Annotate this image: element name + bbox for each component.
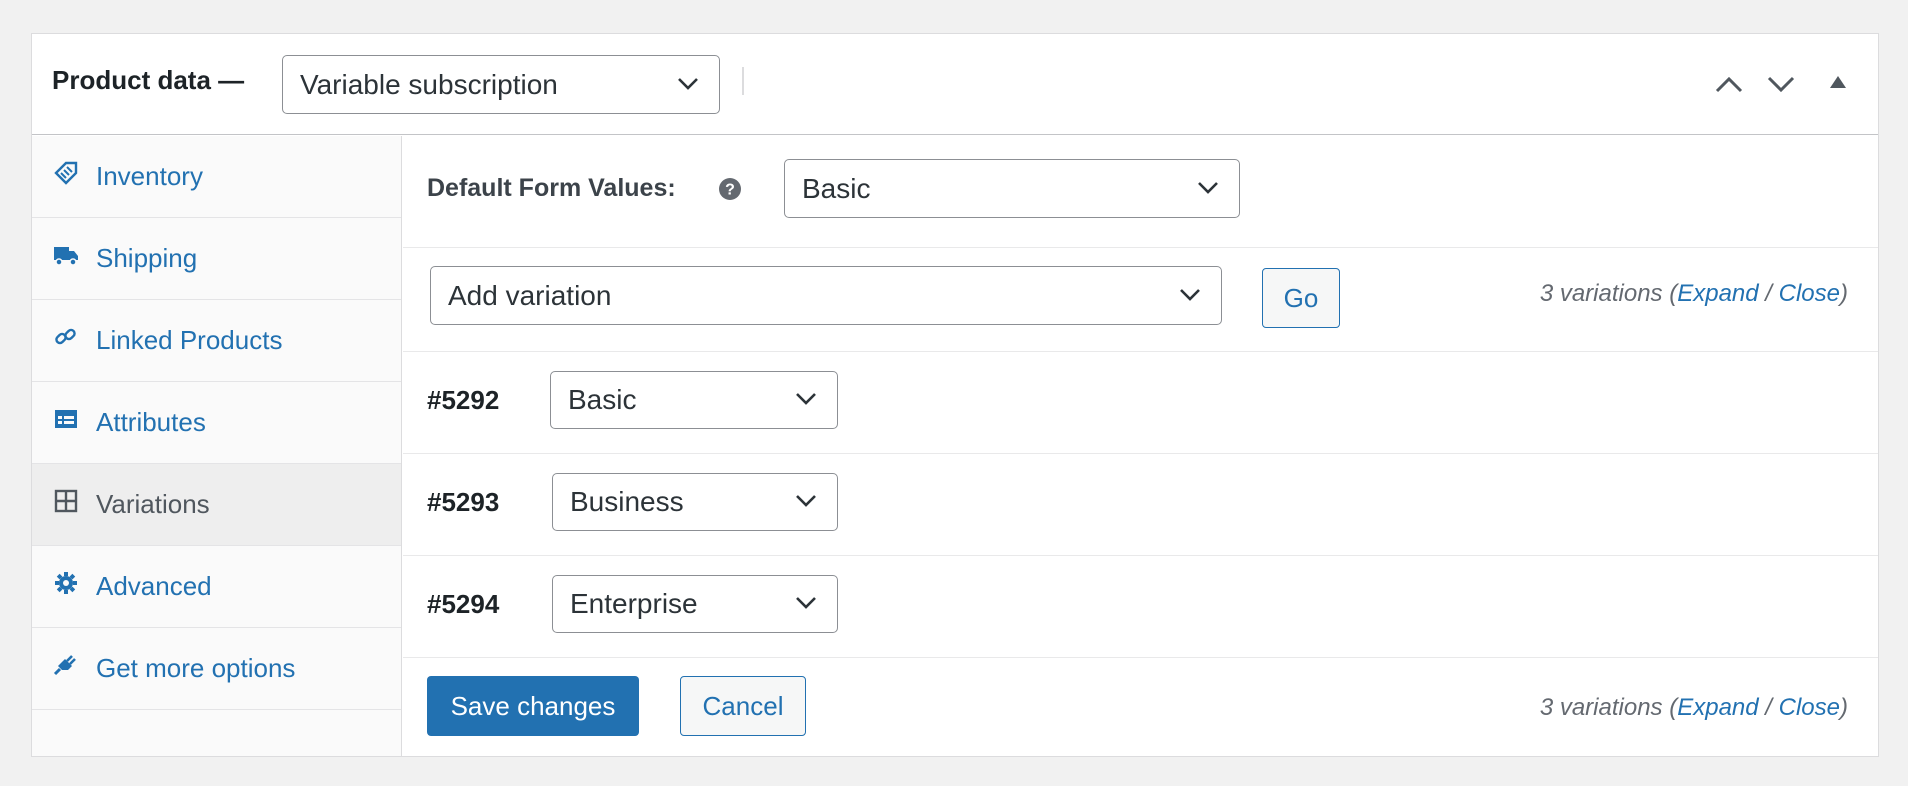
tab-attributes[interactable]: Attributes <box>32 382 401 464</box>
collapse-triangle-icon[interactable] <box>1829 74 1847 90</box>
tab-advanced[interactable]: Advanced <box>32 546 401 628</box>
variation-value: Enterprise <box>570 588 698 619</box>
variation-select[interactable]: Business <box>552 473 838 531</box>
tab-shipping[interactable]: Shipping <box>32 218 401 300</box>
default-form-row: Default Form Values: ? Basic <box>403 136 1878 248</box>
tag-icon <box>54 161 78 185</box>
chevron-down-icon <box>678 77 698 90</box>
svg-text:?: ? <box>725 182 735 199</box>
variations-count: 3 variations (Expand / Close) <box>1539 280 1848 307</box>
product-type-value: Variable subscription <box>300 68 558 100</box>
variations-count: 3 variations (Expand / Close) <box>1539 694 1848 721</box>
tab-label: Advanced <box>96 571 212 601</box>
count-text: 3 variations <box>1539 280 1663 307</box>
tab-inventory[interactable]: Inventory <box>32 136 401 218</box>
default-form-label: Default Form Values: <box>427 174 676 202</box>
product-type-select[interactable]: Variable subscription <box>282 55 720 114</box>
add-variation-row: Add variation Go 3 variations (Expand / … <box>403 248 1878 352</box>
chevron-down-icon <box>796 393 816 405</box>
save-changes-button[interactable]: Save changes <box>427 676 639 736</box>
product-data-tabs: Inventory Shipping Linked Products Attri… <box>32 136 402 756</box>
expand-link[interactable]: Expand <box>1677 280 1758 307</box>
variations-panel: Default Form Values: ? Basic Add variati… <box>403 136 1878 756</box>
chevron-down-icon <box>796 597 816 609</box>
tab-label: Inventory <box>96 161 203 191</box>
tab-get-more-options[interactable]: Get more options <box>32 628 401 710</box>
footer-row: Save changes Cancel 3 variations (Expand… <box>403 658 1878 758</box>
help-icon[interactable]: ? <box>718 177 742 201</box>
chevron-down-icon <box>1180 288 1200 301</box>
list-icon <box>55 409 77 428</box>
variation-value: Basic <box>568 384 637 415</box>
add-variation-select[interactable]: Add variation <box>430 266 1222 325</box>
cancel-button[interactable]: Cancel <box>680 676 806 736</box>
variation-id: #5292 <box>427 385 500 415</box>
default-form-select[interactable]: Basic <box>784 159 1240 218</box>
chevron-down-icon <box>1198 181 1218 194</box>
variation-row: #5293 Business <box>403 454 1878 556</box>
go-button[interactable]: Go <box>1262 268 1340 328</box>
variation-id: #5294 <box>427 589 500 619</box>
tab-label: Get more options <box>96 653 296 683</box>
default-form-value: Basic <box>802 172 871 204</box>
plugin-icon <box>53 654 76 675</box>
variation-value: Business <box>570 486 684 517</box>
panel-title: Product data — <box>52 65 245 95</box>
variation-select[interactable]: Basic <box>550 371 838 429</box>
link-icon <box>55 328 76 344</box>
tab-label: Variations <box>96 489 210 519</box>
variation-row: #5294 Enterprise <box>403 556 1878 658</box>
variation-id: #5293 <box>427 487 500 517</box>
expand-link[interactable]: Expand <box>1677 694 1758 721</box>
close-link[interactable]: Close <box>1779 694 1840 721</box>
grid-icon <box>54 489 78 512</box>
tab-linked-products[interactable]: Linked Products <box>32 300 401 382</box>
variation-row: #5292 Basic <box>403 352 1878 454</box>
chevron-down-icon <box>796 495 816 507</box>
variation-select[interactable]: Enterprise <box>552 575 838 633</box>
move-down-icon[interactable] <box>1766 71 1796 97</box>
tab-label: Linked Products <box>96 325 283 355</box>
product-data-panel: Product data — Variable subscription Inv… <box>31 33 1879 757</box>
gear-icon <box>55 571 77 594</box>
header-divider <box>742 67 744 95</box>
close-link[interactable]: Close <box>1779 280 1840 307</box>
tab-label: Attributes <box>96 407 206 437</box>
tab-label: Shipping <box>96 243 198 273</box>
panel-header: Product data — Variable subscription <box>32 34 1878 135</box>
count-text: 3 variations <box>1539 694 1663 721</box>
move-up-icon[interactable] <box>1714 71 1744 97</box>
add-variation-value: Add variation <box>448 279 612 311</box>
truck-icon <box>54 246 78 266</box>
tab-variations[interactable]: Variations <box>32 464 401 546</box>
